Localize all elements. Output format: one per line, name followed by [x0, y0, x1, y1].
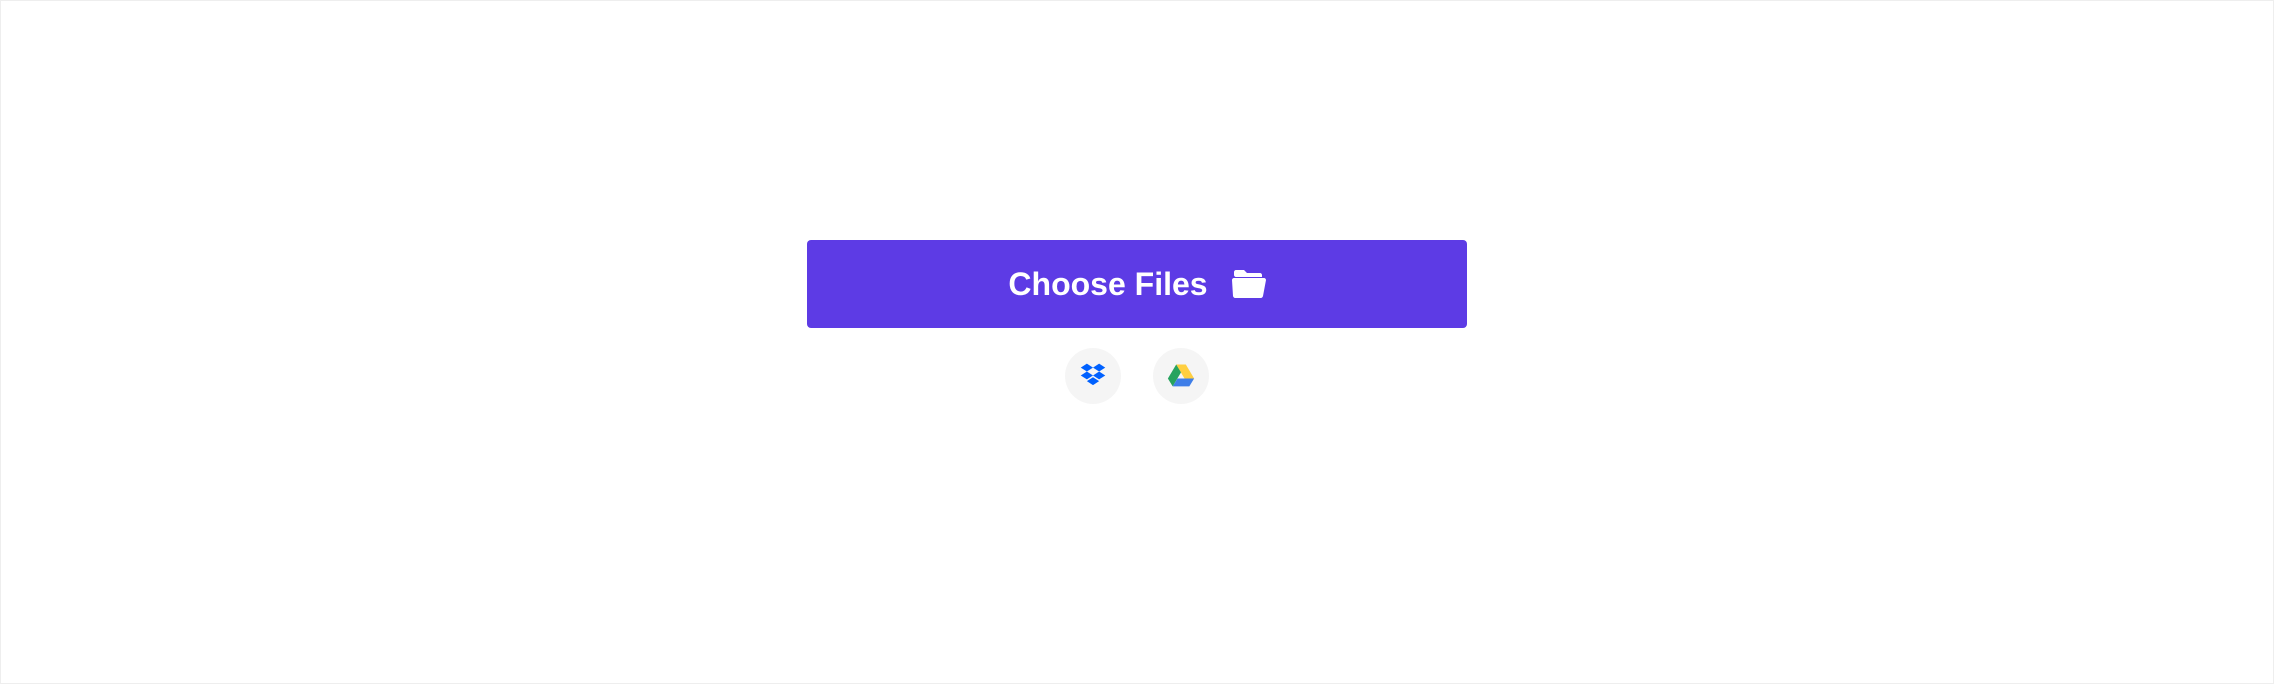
google-drive-button[interactable] — [1153, 348, 1209, 404]
choose-files-label: Choose Files — [1008, 266, 1207, 303]
google-drive-icon — [1167, 361, 1195, 392]
cloud-sources-row — [1065, 348, 1209, 404]
dropbox-button[interactable] — [1065, 348, 1121, 404]
choose-files-button[interactable]: Choose Files — [807, 240, 1467, 328]
dropbox-icon — [1079, 361, 1107, 392]
folder-open-icon — [1232, 270, 1266, 298]
file-upload-panel: Choose Files — [807, 240, 1467, 404]
